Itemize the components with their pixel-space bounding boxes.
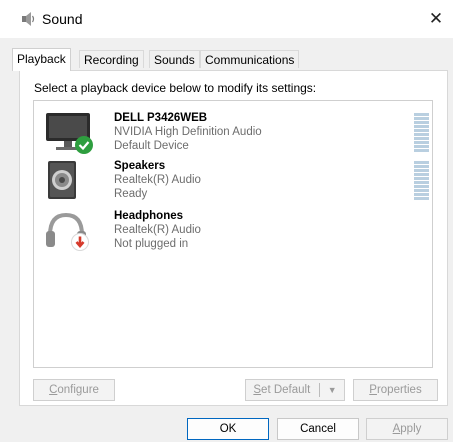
device-name: Speakers	[114, 160, 166, 172]
device-list: DELL P3426WEB NVIDIA High Definition Aud…	[33, 100, 433, 368]
tab-playback[interactable]: Playback	[12, 48, 71, 71]
ok-button[interactable]: OK	[187, 418, 269, 440]
cancel-button[interactable]: Cancel	[277, 418, 359, 440]
device-item-speakers[interactable]: Speakers Realtek(R) Audio Ready	[34, 157, 432, 207]
tab-sounds[interactable]: Sounds	[149, 50, 200, 68]
configure-button[interactable]: Configure	[33, 379, 115, 401]
level-meter	[414, 113, 429, 153]
window-title: Sound	[42, 11, 83, 27]
instructions-text: Select a playback device below to modify…	[34, 81, 317, 95]
speaker-icon	[48, 161, 76, 199]
speaker-app-icon	[22, 12, 35, 26]
chevron-down-icon[interactable]: ▼	[328, 385, 337, 395]
playback-panel: Select a playback device below to modify…	[19, 70, 448, 406]
tab-recording[interactable]: Recording	[79, 50, 144, 68]
tab-communications[interactable]: Communications	[200, 50, 300, 68]
set-default-button[interactable]: Set Default ▼	[245, 379, 345, 401]
properties-button[interactable]: Properties	[353, 379, 438, 401]
device-name: Headphones	[114, 210, 184, 222]
title-bar: Sound ✕	[0, 0, 453, 38]
close-button[interactable]: ✕	[425, 8, 447, 30]
device-status: Not plugged in	[114, 238, 189, 250]
headphones-icon	[46, 212, 89, 251]
default-check-icon	[75, 136, 93, 154]
device-driver: Realtek(R) Audio	[114, 224, 201, 236]
level-meter	[414, 161, 429, 201]
device-driver: Realtek(R) Audio	[114, 174, 201, 186]
device-item-dell[interactable]: DELL P3426WEB NVIDIA High Definition Aud…	[34, 109, 432, 159]
monitor-icon	[46, 113, 93, 154]
sound-dialog: Sound ✕ Playback Recording Sounds Commun…	[0, 0, 453, 442]
device-name: DELL P3426WEB	[114, 112, 208, 124]
device-status: Ready	[114, 188, 148, 200]
device-status: Default Device	[114, 140, 189, 152]
close-icon: ✕	[428, 9, 444, 28]
device-item-headphones[interactable]: Headphones Realtek(R) Audio Not plugged …	[34, 207, 432, 257]
split-divider	[319, 382, 321, 397]
device-driver: NVIDIA High Definition Audio	[114, 126, 262, 138]
apply-button[interactable]: Apply	[366, 418, 448, 440]
